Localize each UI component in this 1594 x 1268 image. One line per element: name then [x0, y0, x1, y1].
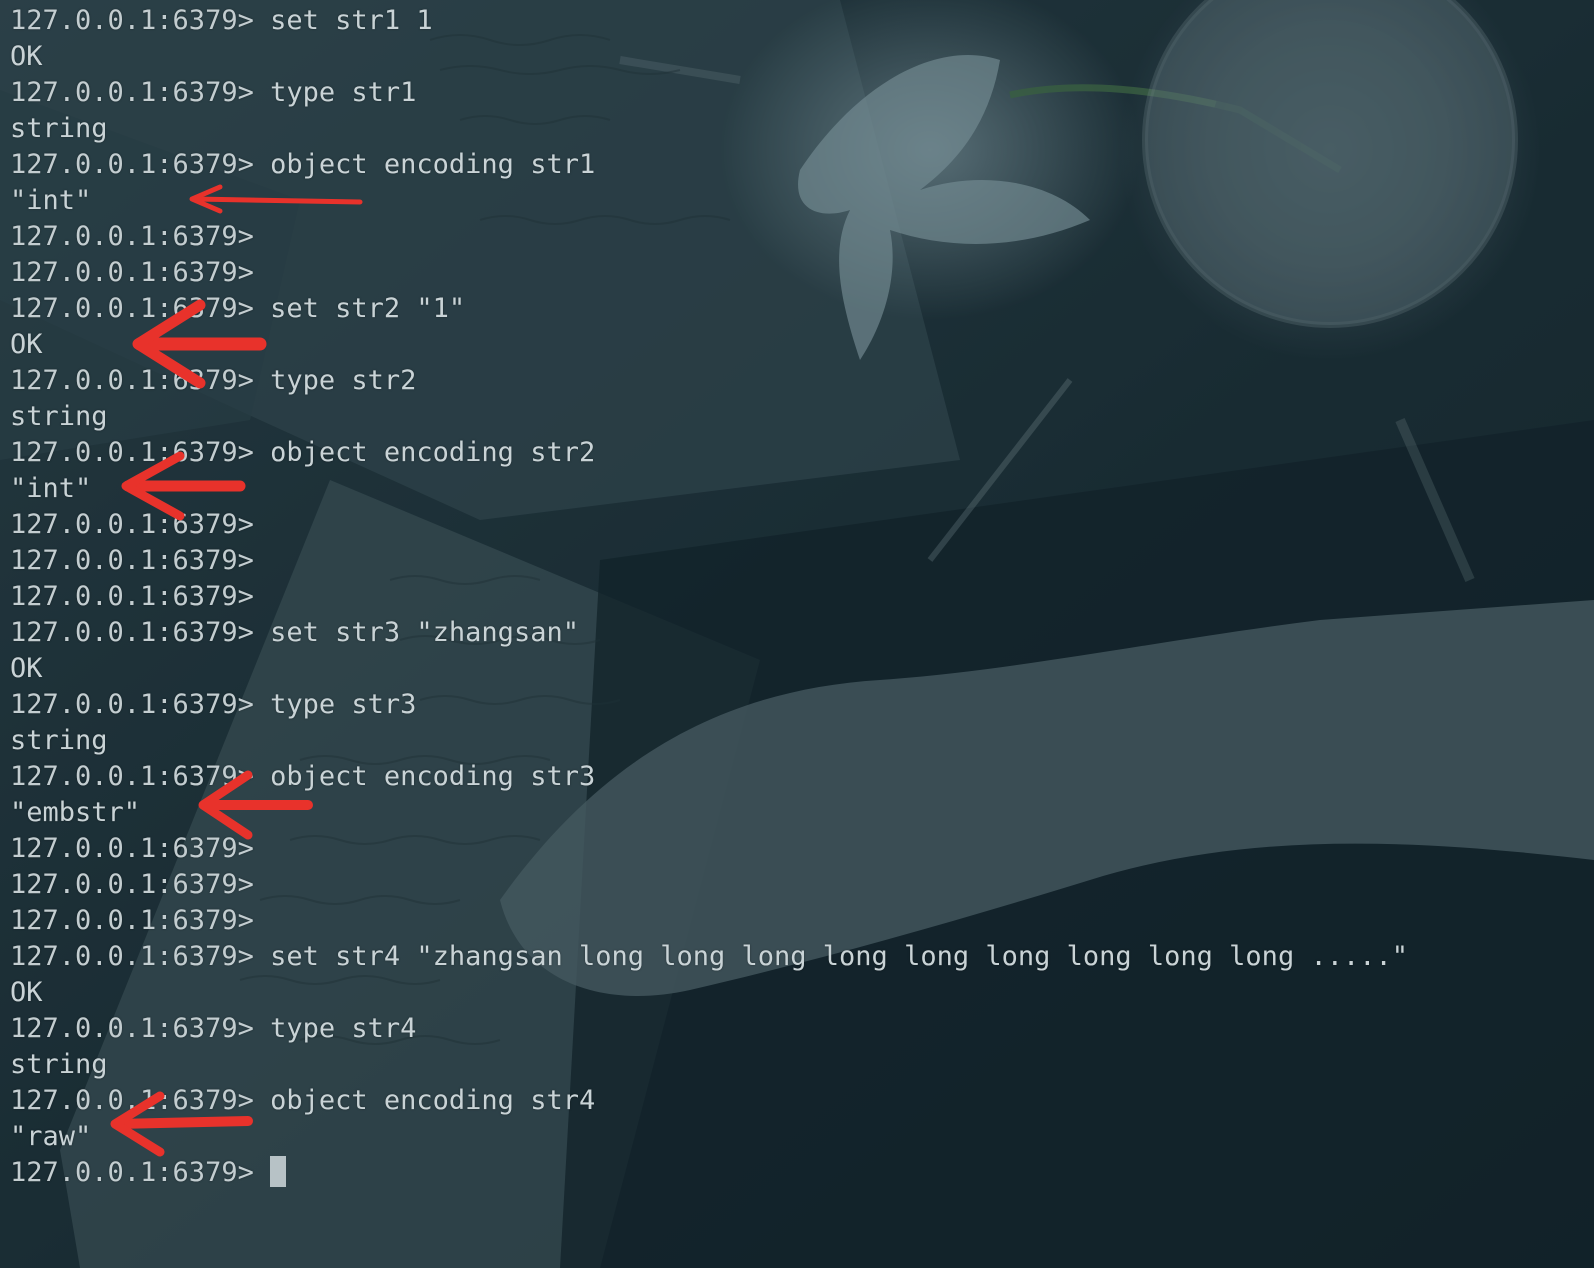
terminal-command-line: 127.0.0.1:6379> — [10, 903, 1580, 939]
terminal-prompt: 127.0.0.1:6379> — [10, 833, 254, 864]
terminal-prompt: 127.0.0.1:6379> — [10, 293, 254, 324]
terminal-prompt: 127.0.0.1:6379> — [10, 905, 254, 936]
terminal-prompt: 127.0.0.1:6379> — [10, 1085, 254, 1116]
terminal-prompt: 127.0.0.1:6379> — [10, 689, 254, 720]
terminal-response: OK — [10, 41, 43, 72]
terminal-prompt: 127.0.0.1:6379> — [10, 941, 254, 972]
terminal-command-line: 127.0.0.1:6379> object encoding str2 — [10, 435, 1580, 471]
terminal-response: "embstr" — [10, 797, 141, 828]
terminal-response: string — [10, 725, 108, 756]
terminal-command: type str2 — [270, 365, 417, 396]
terminal-response: "int" — [10, 185, 92, 216]
terminal-prompt: 127.0.0.1:6379> — [10, 149, 254, 180]
terminal-prompt: 127.0.0.1:6379> — [10, 761, 254, 792]
terminal-command: set str3 "zhangsan" — [270, 617, 579, 648]
terminal-command-line: 127.0.0.1:6379> set str4 "zhangsan long … — [10, 939, 1580, 975]
terminal-response: string — [10, 401, 108, 432]
terminal-response: string — [10, 1049, 108, 1080]
terminal-command-line: 127.0.0.1:6379> object encoding str1 — [10, 147, 1580, 183]
terminal-output[interactable]: 127.0.0.1:6379> set str1 1 OK 127.0.0.1:63… — [10, 3, 1580, 1253]
terminal-prompt: 127.0.0.1:6379> — [10, 257, 254, 288]
terminal-command: set str2 "1" — [270, 293, 466, 324]
terminal-output-line: OK — [10, 975, 1580, 1011]
terminal-output-line: "embstr" — [10, 795, 1580, 831]
terminal-command-line: 127.0.0.1:6379> — [10, 1155, 1580, 1191]
terminal-command-line: 127.0.0.1:6379> set str1 1 — [10, 3, 1580, 39]
terminal-command: type str1 — [270, 77, 417, 108]
terminal-prompt: 127.0.0.1:6379> — [10, 1013, 254, 1044]
terminal-prompt: 127.0.0.1:6379> — [10, 869, 254, 900]
terminal-command-line: 127.0.0.1:6379> type str4 — [10, 1011, 1580, 1047]
terminal-command: set str4 "zhangsan long long long long l… — [270, 941, 1408, 972]
terminal-command: object encoding str4 — [270, 1085, 596, 1116]
terminal-command-line: 127.0.0.1:6379> type str3 — [10, 687, 1580, 723]
terminal-command-line: 127.0.0.1:6379> set str3 "zhangsan" — [10, 615, 1580, 651]
terminal-command-line: 127.0.0.1:6379> — [10, 579, 1580, 615]
terminal-output-line: OK — [10, 39, 1580, 75]
terminal-command-line: 127.0.0.1:6379> type str1 — [10, 75, 1580, 111]
terminal-response: OK — [10, 653, 43, 684]
terminal-prompt: 127.0.0.1:6379> — [10, 617, 254, 648]
terminal-output-line: OK — [10, 651, 1580, 687]
terminal-prompt: 127.0.0.1:6379> — [10, 77, 254, 108]
terminal-command-line: 127.0.0.1:6379> — [10, 543, 1580, 579]
terminal-command: object encoding str1 — [270, 149, 596, 180]
terminal-output-line: string — [10, 723, 1580, 759]
terminal-response: "int" — [10, 473, 92, 504]
terminal-output-line: OK — [10, 327, 1580, 363]
terminal-command: object encoding str2 — [270, 437, 596, 468]
terminal-response: "raw" — [10, 1121, 92, 1152]
terminal-response: OK — [10, 329, 43, 360]
terminal-command-line: 127.0.0.1:6379> set str2 "1" — [10, 291, 1580, 327]
terminal-command: object encoding str3 — [270, 761, 596, 792]
terminal-command-line: 127.0.0.1:6379> type str2 — [10, 363, 1580, 399]
terminal-cursor[interactable] — [270, 1156, 287, 1187]
terminal-command: set str1 1 — [270, 5, 433, 36]
terminal-output-line: "int" — [10, 471, 1580, 507]
terminal-prompt: 127.0.0.1:6379> — [10, 509, 254, 540]
terminal-prompt: 127.0.0.1:6379> — [10, 365, 254, 396]
terminal-command-line: 127.0.0.1:6379> object encoding str4 — [10, 1083, 1580, 1119]
terminal-output-line: "raw" — [10, 1119, 1580, 1155]
terminal-command: type str3 — [270, 689, 417, 720]
terminal-command-line: 127.0.0.1:6379> — [10, 255, 1580, 291]
terminal-command-line: 127.0.0.1:6379> — [10, 507, 1580, 543]
terminal-prompt: 127.0.0.1:6379> — [10, 581, 254, 612]
terminal-prompt: 127.0.0.1:6379> — [10, 437, 254, 468]
terminal-command-line: 127.0.0.1:6379> — [10, 219, 1580, 255]
terminal-command-line: 127.0.0.1:6379> — [10, 831, 1580, 867]
terminal-prompt: 127.0.0.1:6379> — [10, 221, 254, 252]
terminal-command-line: 127.0.0.1:6379> object encoding str3 — [10, 759, 1580, 795]
terminal-command-line: 127.0.0.1:6379> — [10, 867, 1580, 903]
terminal-prompt: 127.0.0.1:6379> — [10, 545, 254, 576]
terminal-command: type str4 — [270, 1013, 417, 1044]
terminal-output-line: string — [10, 399, 1580, 435]
terminal-output-line: "int" — [10, 183, 1580, 219]
terminal-response: OK — [10, 977, 43, 1008]
terminal-response: string — [10, 113, 108, 144]
terminal-prompt: 127.0.0.1:6379> — [10, 5, 254, 36]
terminal-output-line: string — [10, 1047, 1580, 1083]
terminal-output-line: string — [10, 111, 1580, 147]
terminal-prompt: 127.0.0.1:6379> — [10, 1157, 254, 1188]
